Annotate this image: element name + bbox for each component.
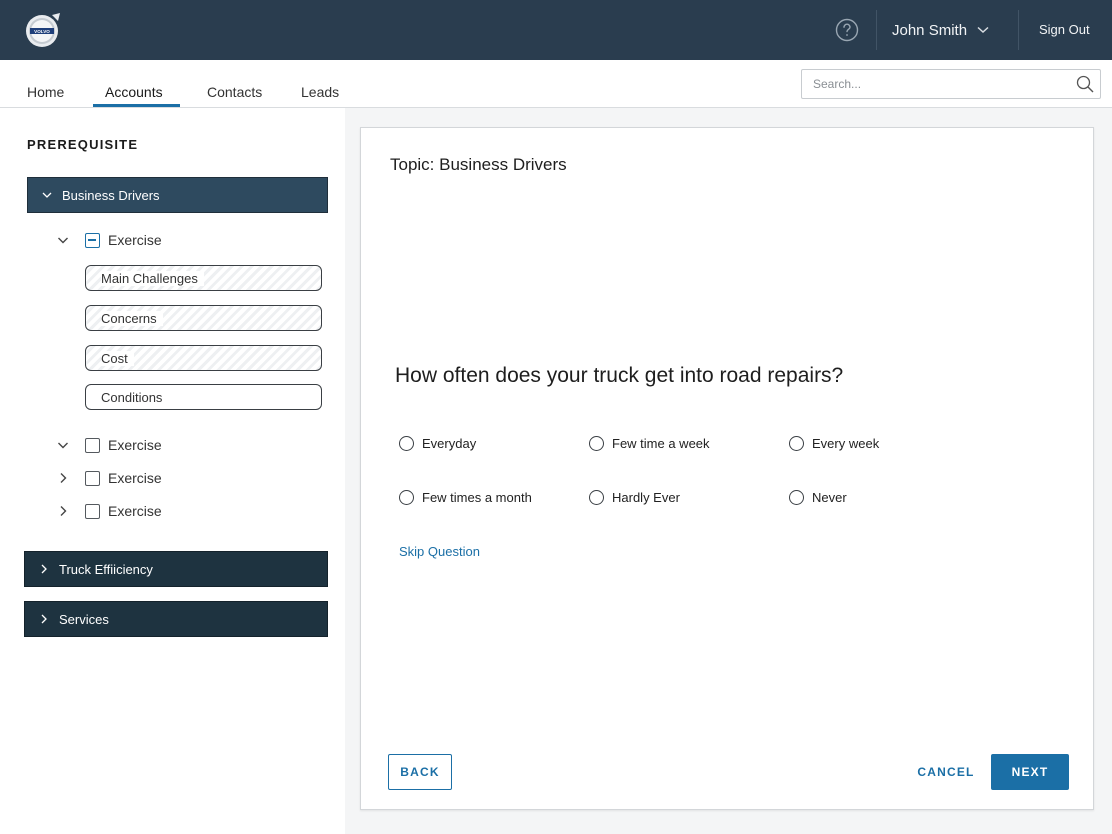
search-box (801, 69, 1101, 99)
radio-button[interactable] (789, 489, 804, 505)
sub-item-main-challenges[interactable]: Main Challenges (85, 265, 322, 291)
radio-button[interactable] (789, 435, 804, 451)
tab-leads[interactable]: Leads (301, 84, 339, 100)
user-menu[interactable]: John Smith (892, 20, 989, 40)
chevron-down-icon (977, 26, 989, 34)
sub-item-label: Cost (101, 350, 134, 366)
section-label: Business Drivers (62, 187, 160, 203)
exercise-label: Exercise (108, 437, 162, 453)
search-icon[interactable] (1076, 75, 1094, 93)
chevron-right-icon[interactable] (55, 503, 71, 519)
option-every-week[interactable]: Every week (789, 434, 879, 452)
question-circle-icon[interactable] (835, 18, 859, 42)
topic-title: Topic: Business Drivers (390, 155, 567, 174)
main-nav: Home Accounts Contacts Leads (0, 60, 1112, 108)
option-label: Every week (812, 435, 880, 451)
chevron-right-icon (41, 564, 47, 574)
option-label: Never (812, 489, 847, 505)
cancel-button[interactable]: CANCEL (913, 754, 979, 790)
section-label: Services (59, 611, 109, 627)
sub-item-label: Conditions (101, 389, 169, 405)
option-label: Hardly Ever (612, 489, 680, 505)
header-divider (1018, 10, 1019, 50)
option-label: Few time a week (612, 435, 710, 451)
next-button[interactable]: NEXT (991, 754, 1069, 790)
radio-button[interactable] (589, 489, 604, 505)
sidebar-title: PREREQUISITE (27, 137, 139, 152)
active-tab-indicator (93, 104, 180, 107)
user-name: John Smith (892, 21, 968, 39)
section-label: Truck Effiiciency (59, 561, 153, 577)
exercise-label: Exercise (108, 503, 162, 519)
tab-home[interactable]: Home (27, 84, 64, 100)
section-business-drivers[interactable]: Business Drivers (27, 177, 328, 213)
volvo-logo-icon[interactable]: VOLVO (24, 11, 62, 49)
exercise-label: Exercise (108, 470, 162, 486)
chevron-right-icon[interactable] (55, 470, 71, 486)
exercise-row[interactable]: Exercise (55, 501, 162, 521)
option-few-times-month[interactable]: Few times a month (399, 488, 532, 506)
exercise-checkbox[interactable] (85, 437, 100, 453)
exercise-checkbox[interactable] (85, 503, 100, 519)
option-hardly-ever[interactable]: Hardly Ever (589, 488, 680, 506)
chevron-down-icon (42, 192, 52, 198)
radio-button[interactable] (399, 489, 414, 505)
exercise-row[interactable]: Exercise (55, 468, 162, 488)
chevron-down-icon[interactable] (55, 437, 71, 453)
tab-contacts[interactable]: Contacts (207, 84, 262, 100)
radio-button[interactable] (589, 435, 604, 451)
radio-button[interactable] (399, 435, 414, 451)
exercise-row[interactable]: Exercise (55, 435, 162, 455)
sub-item-concerns[interactable]: Concerns (85, 305, 322, 331)
search-input[interactable] (802, 70, 1076, 98)
back-button[interactable]: BACK (388, 754, 452, 790)
option-never[interactable]: Never (789, 488, 847, 506)
tab-accounts[interactable]: Accounts (105, 84, 163, 100)
skip-question-link[interactable]: Skip Question (399, 544, 480, 559)
section-services[interactable]: Services (24, 601, 328, 637)
app-header: VOLVO John Smith Sign Out (0, 0, 1112, 60)
question-card: Topic: Business Drivers How often does y… (360, 127, 1094, 810)
sub-item-conditions[interactable]: Conditions (85, 384, 322, 410)
sub-item-label: Main Challenges (101, 270, 204, 286)
exercise-checkbox[interactable] (85, 470, 100, 486)
exercise-label: Exercise (108, 232, 162, 248)
option-few-times-week[interactable]: Few time a week (589, 434, 710, 452)
chevron-right-icon (41, 614, 47, 624)
header-divider (876, 10, 877, 50)
chevron-down-icon[interactable] (55, 232, 71, 248)
sub-item-label: Concerns (101, 310, 163, 326)
sub-item-cost[interactable]: Cost (85, 345, 322, 371)
svg-text:VOLVO: VOLVO (34, 29, 50, 34)
prerequisite-sidebar: PREREQUISITE Business Drivers Exercise M… (0, 108, 345, 834)
question-text: How often does your truck get into road … (395, 364, 844, 387)
option-everyday[interactable]: Everyday (399, 434, 476, 452)
sign-out-button[interactable]: Sign Out (1039, 22, 1090, 37)
exercise-row[interactable]: Exercise (55, 230, 162, 250)
option-label: Everyday (422, 435, 477, 451)
section-truck-efficiency[interactable]: Truck Effiiciency (24, 551, 328, 587)
exercise-checkbox[interactable] (85, 232, 100, 248)
option-label: Few times a month (422, 489, 532, 505)
